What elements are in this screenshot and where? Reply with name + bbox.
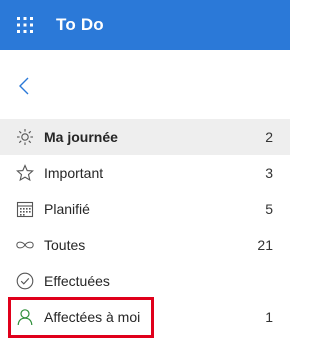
todo-app: To Do Ma journée 2 Important 3 Planifié … (0, 0, 290, 345)
sidebar-item-planned[interactable]: Planifié 5 (0, 191, 290, 227)
chevron-left-icon[interactable] (12, 74, 36, 98)
sidebar-item-important[interactable]: Important 3 (0, 155, 290, 191)
task-count: 21 (257, 237, 273, 253)
sidebar-item-completed[interactable]: Effectuées (0, 263, 290, 299)
task-count: 3 (265, 165, 273, 181)
star-icon (15, 163, 35, 183)
calendar-icon (15, 199, 35, 219)
app-title: To Do (56, 15, 104, 34)
sidebar-item-label: Important (44, 165, 104, 181)
task-count: 5 (265, 201, 273, 217)
check-circle-icon (15, 271, 35, 291)
sidebar-item-my-day[interactable]: Ma journée 2 (0, 119, 290, 155)
sidebar-item-label: Planifié (44, 201, 90, 217)
app-launcher-icon[interactable] (0, 0, 50, 50)
app-header: To Do (0, 0, 290, 50)
sidebar-item-label: Toutes (44, 237, 86, 253)
sidebar-item-label: Effectuées (44, 273, 110, 289)
sidebar-item-assigned-to-me[interactable]: Affectées à moi 1 (0, 299, 290, 335)
sidebar-nav: Ma journée 2 Important 3 Planifié 5 Tout… (0, 119, 290, 335)
sidebar-item-label: Affectées à moi (44, 309, 141, 325)
task-count: 1 (265, 309, 273, 325)
task-count: 2 (265, 129, 273, 145)
sidebar-item-all[interactable]: Toutes 21 (0, 227, 290, 263)
sun-icon (15, 127, 35, 147)
infinity-icon (15, 235, 35, 255)
sidebar-item-label: Ma journée (44, 129, 118, 145)
person-icon (15, 307, 35, 327)
